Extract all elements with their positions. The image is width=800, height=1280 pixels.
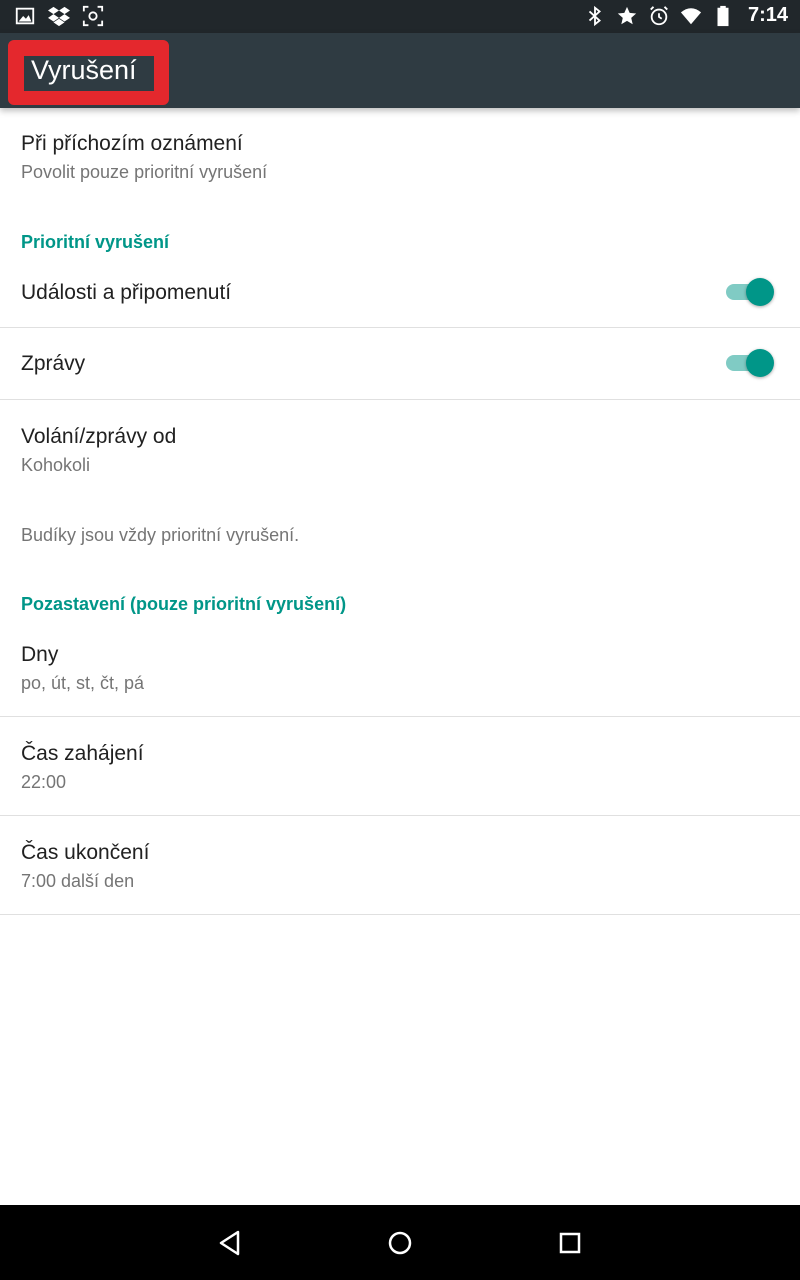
events-reminders-setting[interactable]: Události a připomenutí (0, 258, 800, 327)
end-time-title: Čas ukončení (21, 841, 150, 864)
start-time-title: Čas zahájení (21, 742, 144, 765)
page-title: Vyrušení (31, 55, 137, 85)
toggle-thumb (746, 349, 774, 377)
incoming-notification-value: Povolit pouze prioritní vyrušení (21, 162, 268, 182)
calls-messages-from-value: Kohokoli (21, 455, 91, 475)
incoming-notification-title: Při příchozím oznámení (21, 132, 243, 155)
divider (0, 914, 800, 915)
messages-toggle[interactable] (724, 347, 776, 377)
start-time-value: 22:00 (21, 772, 67, 792)
dropbox-icon (48, 6, 70, 27)
battery-icon (717, 5, 729, 26)
toggle-thumb (746, 278, 774, 306)
end-time-setting[interactable]: Čas ukončení 7:00 další den (0, 816, 800, 914)
alarms-note: Budíky jsou vždy prioritní vyrušení. (21, 525, 300, 545)
image-icon (15, 7, 35, 25)
clock: 7:14 (747, 4, 788, 26)
priority-section-header: Prioritní vyrušení (21, 232, 170, 252)
navigation-bar (0, 1205, 800, 1280)
events-reminders-title: Události a připomenutí (21, 281, 232, 304)
recents-icon[interactable] (554, 1227, 586, 1259)
star-icon (617, 6, 637, 24)
days-value: po, út, st, čt, pá (21, 673, 145, 693)
wifi-icon (680, 7, 702, 24)
alarm-icon (650, 5, 668, 25)
events-reminders-toggle[interactable] (724, 276, 776, 306)
downtime-section-header: Pozastavení (pouze prioritní vyrušení) (21, 594, 347, 614)
back-icon[interactable] (214, 1227, 246, 1259)
messages-setting[interactable]: Zprávy (0, 328, 800, 399)
home-icon[interactable] (384, 1227, 416, 1259)
calls-messages-from-title: Volání/zprávy od (21, 425, 177, 448)
days-setting[interactable]: Dny po, út, st, čt, pá (0, 620, 800, 716)
status-bar: 7:14 (0, 0, 800, 33)
screenshot-icon (82, 5, 104, 27)
bluetooth-icon (588, 5, 601, 26)
calls-messages-from-setting[interactable]: Volání/zprávy od Kohokoli (0, 400, 800, 496)
start-time-setting[interactable]: Čas zahájení 22:00 (0, 717, 800, 815)
end-time-value: 7:00 další den (21, 871, 135, 891)
incoming-notification-setting[interactable]: Při příchozím oznámení Povolit pouze pri… (0, 108, 800, 208)
messages-title: Zprávy (21, 352, 86, 375)
days-title: Dny (21, 643, 59, 666)
